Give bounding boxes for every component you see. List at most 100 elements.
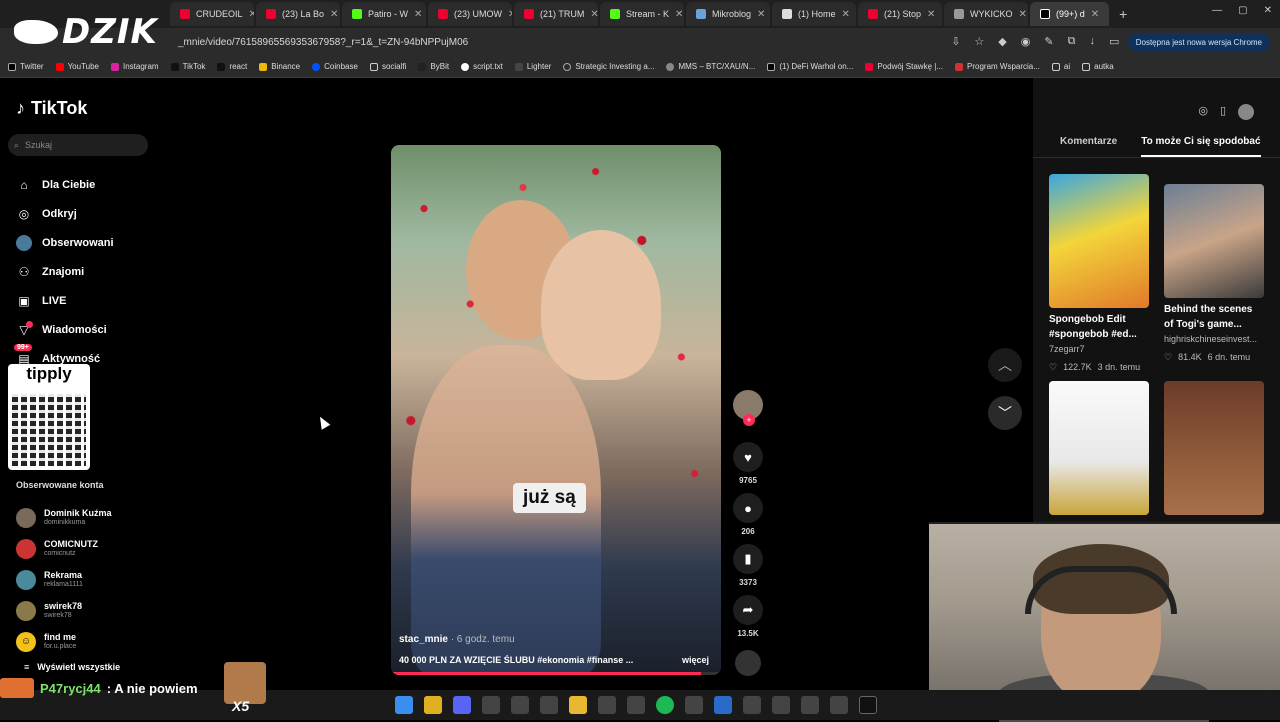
browser-tab[interactable]: Patiro - W ✕ (342, 2, 426, 26)
extension-icon[interactable]: ◉ (1021, 35, 1031, 48)
maximize-icon[interactable]: ▢ (1238, 5, 1247, 16)
puzzle-icon[interactable]: ⧉ (1068, 35, 1076, 48)
bookmark[interactable]: YouTube (55, 62, 99, 71)
close-icon[interactable]: ✕ (1091, 9, 1099, 20)
bookmark[interactable]: ByBit (418, 62, 449, 71)
browser-tab[interactable]: (21) TRUM ✕ (514, 2, 598, 26)
tab-comments[interactable]: Komentarze (1060, 136, 1117, 157)
browser-tab[interactable]: Stream - K ✕ (600, 2, 684, 26)
like-button[interactable]: ♥ 9765 (733, 442, 763, 485)
list-item[interactable]: Rekrama reklama1111 (16, 564, 166, 595)
app-icon[interactable] (598, 696, 616, 714)
bookmark[interactable]: react (217, 62, 247, 71)
app-icon[interactable] (801, 696, 819, 714)
sidebar-icon[interactable]: ▭ (1109, 35, 1119, 48)
sidebar-item-friends[interactable]: ⚇ Znajomi (16, 257, 166, 286)
app-icon[interactable] (830, 696, 848, 714)
install-icon[interactable]: ⇩ (951, 35, 960, 48)
folder-icon[interactable] (569, 696, 587, 714)
creator-avatar[interactable]: + (733, 390, 763, 426)
discord-icon[interactable] (453, 696, 471, 714)
spotify-icon[interactable] (656, 696, 674, 714)
bookmark-folder[interactable]: ai (1051, 62, 1070, 71)
chevron-up-icon[interactable]: ︿ (988, 348, 1022, 382)
video-card[interactable]: Behind the scenes of Togi's game... high… (1164, 174, 1264, 381)
close-icon[interactable]: ✕ (842, 9, 850, 20)
music-disc-icon[interactable] (735, 650, 761, 676)
sidebar-item-live[interactable]: ▣ LIVE (16, 286, 166, 315)
bookmark[interactable]: Binance (259, 62, 300, 71)
steam-icon[interactable] (540, 696, 558, 714)
bookmark[interactable]: (1) DeFi Warhol on... (767, 62, 853, 71)
close-icon[interactable]: ✕ (590, 9, 598, 20)
app-icon[interactable] (511, 696, 529, 714)
profile-avatar[interactable] (1238, 104, 1254, 120)
bookmark[interactable]: Coinbase (312, 62, 358, 71)
close-icon[interactable]: ✕ (414, 9, 422, 20)
app-icon[interactable] (772, 696, 790, 714)
bookmark[interactable]: Program Wsparcia... (955, 62, 1040, 71)
download-icon[interactable]: ↓ (1089, 35, 1095, 48)
list-item[interactable]: swirek78 swirek78 (16, 595, 166, 626)
more-button[interactable]: więcej (682, 655, 709, 665)
video-card[interactable] (1164, 381, 1264, 515)
windows-start-icon[interactable] (395, 696, 413, 714)
browser-tab[interactable]: (23) UMOW ✕ (428, 2, 512, 26)
show-all-button[interactable]: ≡ Wyświetl wszystkie (24, 662, 120, 672)
chrome-icon[interactable] (424, 696, 442, 714)
browser-tab[interactable]: Mikroblog ✕ (686, 2, 770, 26)
bookmark[interactable]: TikTok (170, 62, 205, 71)
browser-tab[interactable]: (21) Stop ✕ (858, 2, 942, 26)
share-button[interactable]: ➦ 13.5K (733, 595, 763, 638)
extension-icon[interactable]: ✎ (1044, 35, 1053, 48)
star-icon[interactable]: ☆ (974, 35, 984, 48)
app-icon[interactable] (482, 696, 500, 714)
extension-icon[interactable]: ◆ (998, 35, 1006, 48)
phone-icon[interactable]: ▯ (1220, 104, 1226, 120)
video-card[interactable] (1049, 381, 1149, 515)
browser-tab[interactable]: CRUDEOIL ✕ (170, 2, 254, 26)
sidebar-item-following[interactable]: Obserwowani (16, 228, 166, 257)
browser-tab-active[interactable]: (99+) d ✕ (1030, 2, 1110, 26)
bookmark[interactable]: Twitter (8, 62, 44, 71)
app-icon[interactable] (627, 696, 645, 714)
url-input[interactable]: _mnie/video/7615896556935367958?_r=1&_t=… (178, 37, 468, 48)
bookmark[interactable]: Podwój Stawkę |... (865, 62, 943, 71)
bookmark[interactable]: Lighter (514, 62, 551, 71)
list-item[interactable]: Dominik Kuźma dominikkuma (16, 502, 166, 533)
bookmark-folder[interactable]: socialfi (369, 62, 406, 71)
sidebar-item-messages[interactable]: ▽ Wiadomości (16, 315, 166, 344)
app-icon[interactable] (685, 696, 703, 714)
terminal-icon[interactable] (859, 696, 877, 714)
browser-tab[interactable]: (23) La Bo ✕ (256, 2, 340, 26)
close-icon[interactable]: ✕ (249, 9, 254, 20)
sidebar-item-explore[interactable]: ◎ Odkryj (16, 199, 166, 228)
chevron-down-icon[interactable]: ﹀ (988, 396, 1022, 430)
list-item[interactable]: COMICNUTZ comicnutz (16, 533, 166, 564)
chrome-update-button[interactable]: Dostępna jest nowa wersja Chrome (1127, 33, 1270, 51)
close-icon[interactable]: ✕ (927, 9, 935, 20)
close-icon[interactable]: ✕ (508, 9, 512, 20)
tiktok-logo[interactable]: ♪ TikTok (16, 98, 87, 119)
follow-plus-icon[interactable]: + (743, 414, 755, 426)
browser-tab[interactable]: (1) Home ✕ (772, 2, 856, 26)
close-icon[interactable]: ✕ (675, 9, 683, 20)
comment-button[interactable]: ● 206 (733, 493, 763, 536)
browser-tab[interactable]: WYKICKO ✕ (944, 2, 1028, 26)
close-icon[interactable]: ✕ (1019, 9, 1027, 20)
bookmark[interactable]: Instagram (111, 62, 159, 71)
save-button[interactable]: ▮ 3373 (733, 544, 763, 587)
close-window-icon[interactable]: ✕ (1264, 5, 1272, 16)
compass-icon[interactable]: ◎ (1198, 104, 1208, 120)
minimize-icon[interactable]: — (1212, 5, 1222, 16)
close-icon[interactable]: ✕ (330, 9, 338, 20)
app-icon[interactable] (743, 696, 761, 714)
sidebar-item-for-you[interactable]: ⌂ Dla Ciebie (16, 170, 166, 199)
bookmark-folder[interactable]: autka (1082, 62, 1114, 71)
list-item[interactable]: ☺ find me for.u.place (16, 626, 166, 657)
bookmark[interactable]: MMS – BTC/XAU/N... (666, 62, 755, 71)
close-icon[interactable]: ✕ (757, 9, 765, 20)
new-tab-icon[interactable]: + (1111, 6, 1135, 22)
app-icon[interactable] (714, 696, 732, 714)
bookmark[interactable]: script.txt (461, 62, 503, 71)
